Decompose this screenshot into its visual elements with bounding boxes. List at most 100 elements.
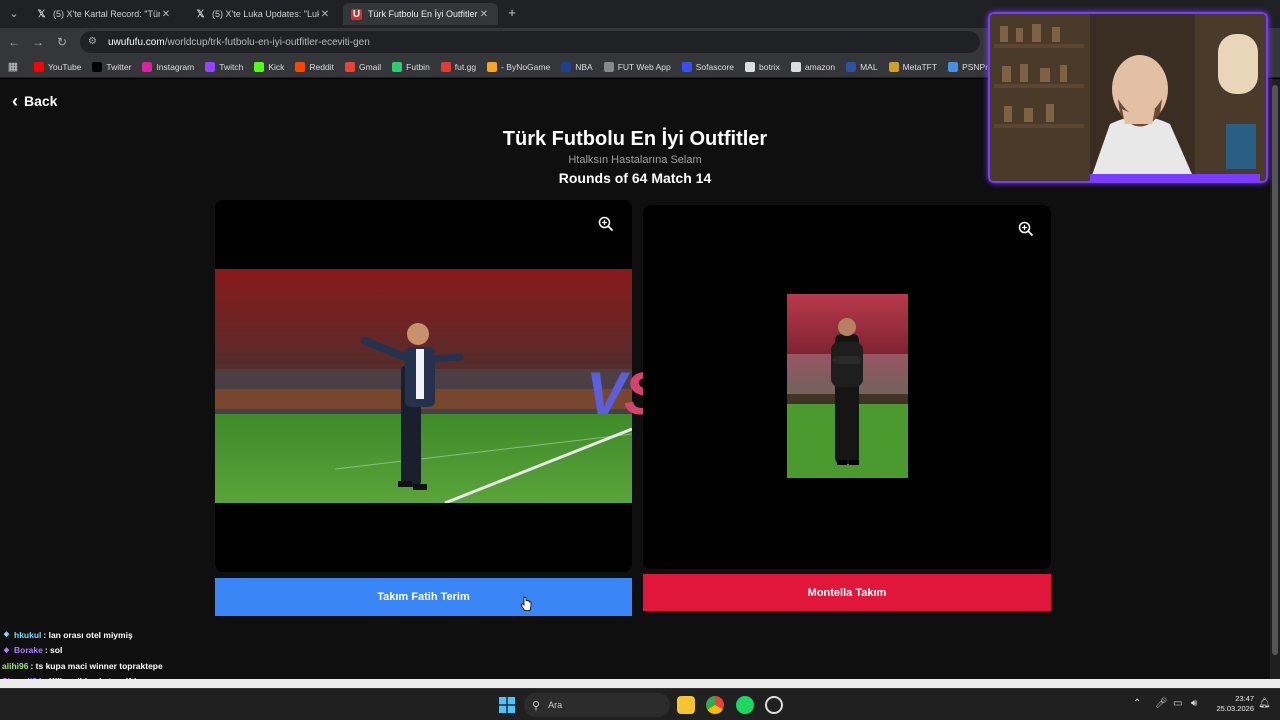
back-arrow-icon[interactable]: ← — [6, 34, 22, 50]
botrix-icon — [745, 61, 756, 72]
mal-icon — [846, 61, 857, 72]
bookmark-item[interactable]: fut.gg — [440, 61, 477, 72]
x-logo-icon: 𝕏 — [196, 8, 205, 20]
bookmark-item[interactable]: Twitch — [205, 61, 243, 72]
bookmark-label: MetaTFT — [902, 61, 938, 72]
spotify-icon[interactable] — [736, 696, 754, 714]
microphone-icon[interactable]: 🎤︎ — [1155, 698, 1168, 709]
hand-cursor-icon — [520, 596, 532, 611]
search-icon: ⚲ — [532, 699, 541, 712]
bookmark-label: - ByNoGame — [501, 61, 551, 72]
right-candidate-card[interactable] — [643, 205, 1051, 569]
versus-v: V — [586, 360, 626, 427]
tab-title: (5) X'te Luka Updates: "Luka Do — [212, 9, 319, 19]
bookmark-item[interactable]: NBA — [561, 61, 593, 72]
address-bar[interactable]: ⚙ uwufufu.com/worldcup/trk-futbolu-en-iy… — [80, 31, 980, 53]
bookmark-label: Instagram — [156, 61, 195, 72]
reload-icon[interactable]: ↻ — [54, 34, 70, 50]
chat-message: ◆ Borake: sol — [2, 643, 262, 659]
bookmark-label: Kick — [268, 61, 285, 72]
bookmark-item[interactable]: Gmail — [344, 61, 381, 72]
chat-text: : sol — [44, 645, 63, 656]
bookmark-label: fut.gg — [454, 61, 477, 72]
chrome-icon[interactable] — [706, 696, 724, 714]
uwufufu-logo-icon: U — [351, 8, 362, 20]
browser-tab[interactable]: 𝕏 (5) X'te Kartal Record: "Türkiye' ✕ — [28, 3, 180, 25]
bookmark-item[interactable]: Reddit — [295, 61, 334, 72]
close-tab-icon[interactable]: ✕ — [319, 9, 331, 20]
tab-search-chevron-icon[interactable]: ⌄ — [6, 6, 22, 22]
bookmark-item[interactable]: amazon — [790, 61, 836, 72]
obs-icon[interactable] — [765, 696, 783, 714]
clock-time: 23:47 — [1235, 694, 1254, 703]
bookmark-item[interactable]: botrix — [745, 61, 780, 72]
x-logo-icon: 𝕏 — [37, 8, 46, 20]
network-icon[interactable]: ▭ — [1173, 698, 1182, 709]
bookmark-list: YouTube Twitter Instagram Twitch Kick Reddit G… — [34, 61, 1019, 72]
new-tab-plus-icon[interactable]: + — [505, 6, 519, 20]
bookmark-item[interactable]: - ByNoGame — [487, 61, 551, 72]
browser-tab[interactable]: 𝕏 (5) X'te Luka Updates: "Luka Do ✕ — [187, 3, 339, 25]
sofascore-icon — [681, 61, 692, 72]
choose-right-button[interactable]: Montella Takım — [643, 574, 1051, 611]
candidate-photo-right[interactable] — [787, 294, 908, 478]
chat-username: hkukul — [14, 629, 42, 640]
bookmark-item[interactable]: YouTube — [34, 61, 81, 72]
close-tab-icon[interactable]: ✕ — [478, 9, 490, 20]
taskbar-search-box[interactable]: ⚲ Ara — [524, 693, 670, 717]
bookmark-item[interactable]: Twitter — [92, 61, 131, 72]
apps-grid-icon[interactable]: ▦ — [6, 60, 20, 74]
windows-start-icon[interactable] — [499, 697, 515, 713]
chat-text: : lan orası otel miymiş — [43, 629, 133, 640]
close-tab-icon[interactable]: ✕ — [160, 9, 172, 20]
youtube-icon — [34, 61, 44, 72]
psnprofiles-icon — [948, 61, 959, 72]
chat-username: alihi96 — [2, 660, 29, 671]
file-explorer-icon[interactable] — [677, 696, 695, 714]
chat-message: alihi96: ts kupa maci winner topraktepe — [2, 658, 262, 674]
bookmark-label: MAL — [860, 61, 878, 72]
chat-username: Borake — [14, 645, 43, 656]
browser-tab-active[interactable]: U Türk Futbolu En İyi Outfitler | U ✕ — [343, 3, 498, 25]
back-button[interactable]: ‹ Back — [12, 91, 57, 111]
left-candidate-card[interactable] — [215, 200, 632, 572]
bookmark-label: amazon — [804, 61, 836, 72]
bookmark-label: botrix — [759, 61, 780, 72]
candidate-photo-left[interactable] — [215, 269, 632, 503]
reddit-icon — [295, 61, 306, 72]
bookmark-item[interactable]: Sofascore — [681, 61, 735, 72]
zoom-in-icon[interactable] — [598, 216, 614, 232]
bookmark-item[interactable]: MAL — [846, 61, 878, 72]
metatft-icon — [888, 61, 899, 72]
scrollbar-thumb[interactable] — [1272, 85, 1278, 655]
volume-icon[interactable]: 🔊︎ — [1191, 698, 1197, 709]
chevron-left-icon: ‹ — [12, 91, 18, 111]
site-info-icon[interactable]: ⚙ — [88, 36, 100, 48]
gift-badge-icon: ◆ — [3, 631, 10, 639]
url-host: uwufufu.com — [108, 36, 165, 48]
bookmark-label: FUT Web App — [617, 61, 671, 72]
choose-left-button[interactable]: Takım Fatih Terim — [215, 578, 632, 616]
bookmark-item[interactable]: FUT Web App — [603, 61, 671, 72]
bookmark-label: Futbin — [406, 61, 430, 72]
tab-title: Türk Futbolu En İyi Outfitler | U — [368, 9, 478, 19]
page-scrollbar[interactable] — [1270, 79, 1280, 679]
gmail-icon — [344, 61, 355, 72]
chevron-up-icon[interactable]: ⌃ — [1133, 698, 1141, 709]
forward-arrow-icon[interactable]: → — [30, 34, 46, 50]
sub-badge-icon: ◆ — [3, 646, 10, 654]
futbin-icon — [392, 61, 403, 72]
bookmark-item[interactable]: Instagram — [142, 61, 195, 72]
chat-message: ◆ hkukul: lan orası otel miymiş — [2, 627, 262, 643]
notification-bell-icon[interactable]: 🔔︎ — [1258, 698, 1271, 709]
x-logo-icon — [92, 61, 103, 72]
amazon-icon — [790, 61, 801, 72]
bookmark-label: Sofascore — [695, 61, 735, 72]
bookmark-item[interactable]: Kick — [254, 61, 285, 72]
bookmark-item[interactable]: MetaTFT — [888, 61, 938, 72]
search-placeholder: Ara — [548, 700, 563, 710]
bookmark-item[interactable]: Futbin — [392, 61, 430, 72]
taskbar-clock[interactable]: 23:47 25.03.2026 — [1210, 694, 1254, 714]
twitch-icon — [205, 61, 216, 72]
zoom-in-icon[interactable] — [1018, 221, 1034, 237]
